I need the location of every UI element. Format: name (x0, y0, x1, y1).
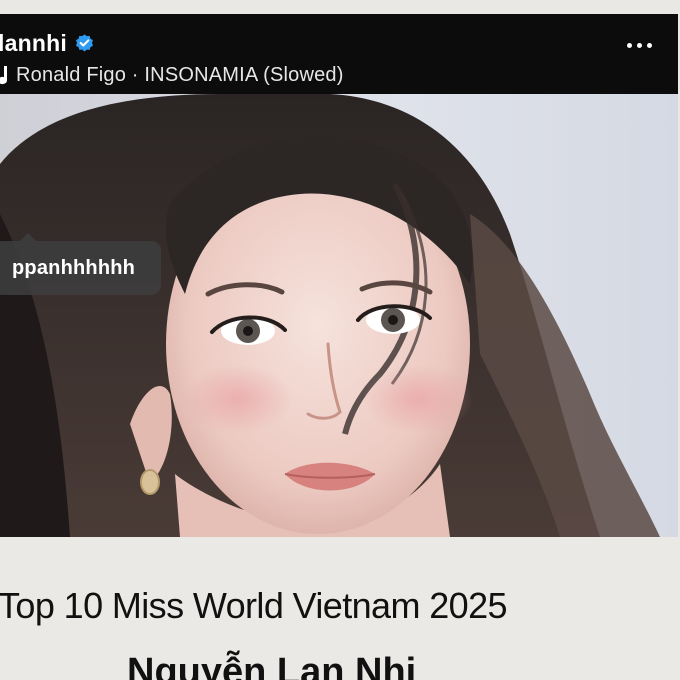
user-tag-label[interactable]: ppanhhhhhh (12, 257, 135, 280)
music-track[interactable]: Ronald Figo · INSONAMIA (Slowed) (16, 64, 344, 87)
username[interactable]: lannhi (0, 30, 67, 57)
username-row[interactable]: lannhi (0, 30, 95, 57)
caption-line1: Top 10 Miss World Vietnam 2025 (0, 585, 508, 626)
screenshot-frame: lannhi Ronald Figo · INSONAMIA (Slowed) (0, 0, 680, 680)
user-tag[interactable]: ppanhhhhhh (0, 233, 162, 295)
post-header: lannhi Ronald Figo · INSONAMIA (Slowed) (0, 14, 678, 94)
more-dot (647, 43, 652, 48)
verified-badge-icon (75, 34, 93, 52)
caption-name: Nguyễn Lan Nhi (127, 651, 417, 680)
portrait-photo (0, 94, 678, 537)
post-photo[interactable] (0, 94, 678, 537)
more-dot (627, 43, 632, 48)
top-strip (0, 0, 680, 14)
music-note-icon (0, 66, 7, 85)
music-row[interactable]: Ronald Figo · INSONAMIA (Slowed) (0, 64, 344, 87)
more-options-icon[interactable] (627, 43, 652, 48)
more-dot (637, 43, 642, 48)
